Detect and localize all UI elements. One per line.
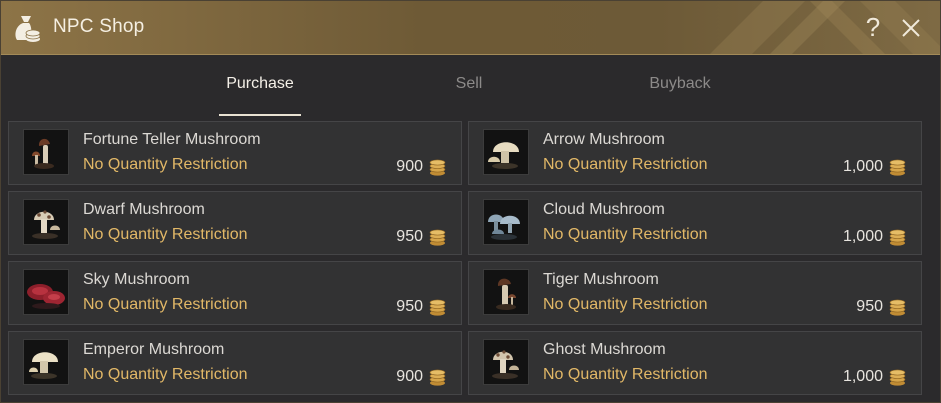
shop-item[interactable]: Cloud Mushroom No Quantity Restriction 1… [468,191,922,255]
spotted-mushroom-icon [32,210,60,239]
item-restriction: No Quantity Restriction [83,226,248,243]
shop-item[interactable]: Ghost Mushroom No Quantity Restriction 1… [468,331,922,395]
item-name: Ghost Mushroom [543,341,666,358]
coin-stack-icon [429,369,446,386]
item-price: 1,000 [842,368,883,385]
spotted-mushroom-icon [492,350,519,379]
tab-bar: Purchase Sell Buyback [1,55,940,117]
item-name: Arrow Mushroom [543,131,665,148]
item-thumbnail [23,199,69,245]
cream-mushroom-icon [488,142,519,169]
money-bag-icon [15,16,41,42]
shop-item[interactable]: Tiger Mushroom No Quantity Restriction 9… [468,261,922,325]
cream-mushroom-icon [29,352,58,379]
item-price: 900 [396,158,423,175]
shop-item[interactable]: Fortune Teller Mushroom No Quantity Rest… [8,121,462,185]
coin-stack-icon [429,299,446,316]
coin-stack-icon [889,299,906,316]
item-price: 950 [856,298,883,315]
item-thumbnail [483,129,529,175]
shop-item[interactable]: Dwarf Mushroom No Quantity Restriction 9… [8,191,462,255]
coin-stack-icon [429,229,446,246]
item-price: 1,000 [842,158,883,175]
brown-mushroom-icon [496,278,516,310]
tab-buyback[interactable]: Buyback [637,75,723,117]
item-name: Dwarf Mushroom [83,201,205,218]
item-thumbnail [483,339,529,385]
item-name: Sky Mushroom [83,271,190,288]
item-thumbnail [483,269,529,315]
brown-mushroom-icon [32,138,54,169]
item-thumbnail [23,339,69,385]
tab-purchase[interactable]: Purchase [219,75,301,117]
item-thumbnail [23,129,69,175]
tab-sell[interactable]: Sell [441,75,497,117]
item-restriction: No Quantity Restriction [543,296,708,313]
npc-shop-window: NPC Shop ? Purchase Sell Buyback Fortune… [0,0,941,403]
item-name: Emperor Mushroom [83,341,225,358]
shop-item[interactable]: Emperor Mushroom No Quantity Restriction… [8,331,462,395]
item-price: 950 [396,228,423,245]
window-title: NPC Shop [53,16,145,37]
item-restriction: No Quantity Restriction [83,366,248,383]
item-restriction: No Quantity Restriction [83,296,248,313]
item-thumbnail [483,199,529,245]
coin-stack-icon [429,159,446,176]
coin-stack-icon [889,229,906,246]
title-bar[interactable]: NPC Shop ? [1,1,940,55]
close-icon[interactable] [901,18,921,38]
item-thumbnail [23,269,69,315]
item-restriction: No Quantity Restriction [83,156,248,173]
item-name: Cloud Mushroom [543,201,665,218]
item-name: Fortune Teller Mushroom [83,131,261,148]
shop-item[interactable]: Arrow Mushroom No Quantity Restriction 1… [468,121,922,185]
item-price: 900 [396,368,423,385]
item-restriction: No Quantity Restriction [543,366,708,383]
shop-item[interactable]: Sky Mushroom No Quantity Restriction 950 [8,261,462,325]
item-restriction: No Quantity Restriction [543,156,708,173]
item-price: 950 [396,298,423,315]
blue-mushroom-icon [488,214,520,240]
coin-stack-icon [889,369,906,386]
coin-stack-icon [889,159,906,176]
item-restriction: No Quantity Restriction [543,226,708,243]
help-button[interactable]: ? [861,12,885,42]
red-mushroom-icon [27,284,65,309]
item-price: 1,000 [842,228,883,245]
item-name: Tiger Mushroom [543,271,659,288]
